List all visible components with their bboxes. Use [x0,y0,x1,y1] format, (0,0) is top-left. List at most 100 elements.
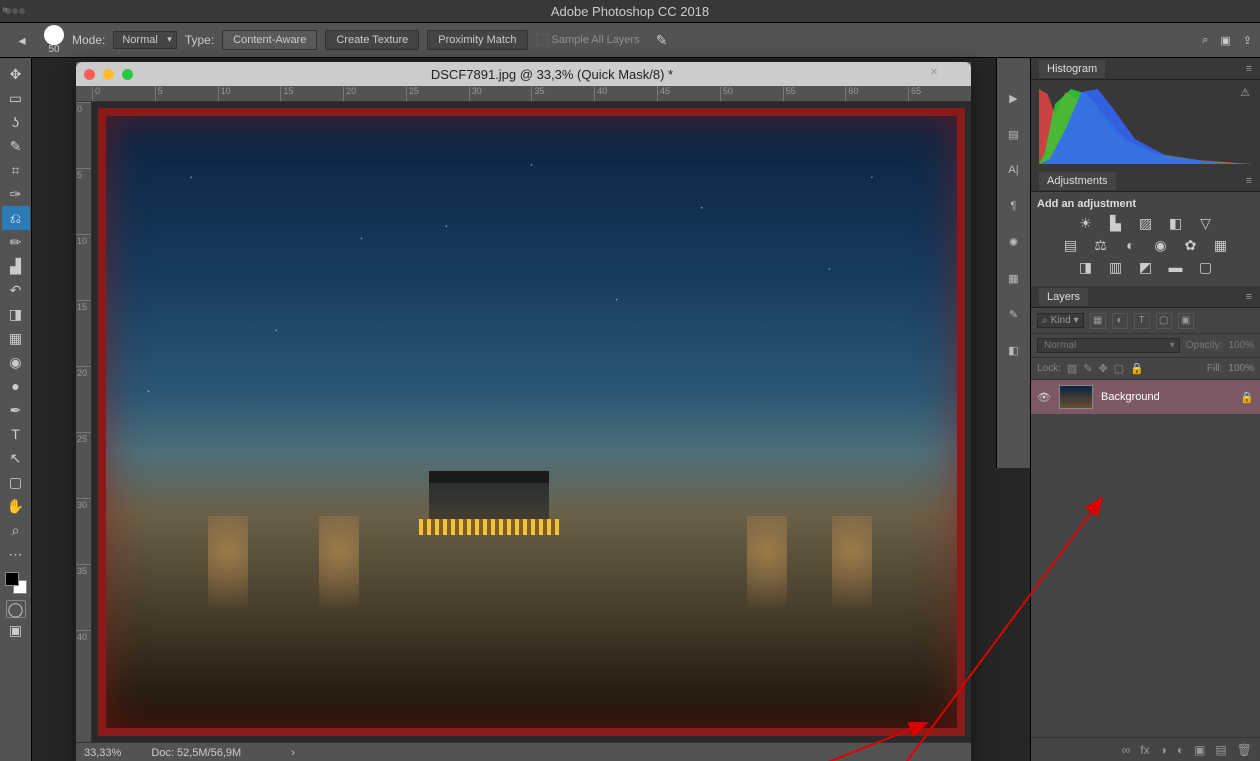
swatches-icon[interactable]: ▦ [1004,268,1024,288]
marquee-tool[interactable]: ▭ [2,86,30,110]
link-icon[interactable]: ∞ [1122,743,1131,757]
proximity-match-button[interactable]: Proximity Match [427,30,527,50]
zoom-level[interactable]: 33,33% [84,747,121,759]
quick-mask-toggle[interactable]: ◯ [6,600,26,618]
blur-tool[interactable]: ◉ [2,350,30,374]
move-tool[interactable]: ✥ [2,62,30,86]
panel-menu-icon[interactable]: ≡ [1246,175,1252,187]
share-icon[interactable]: ⇪ [1243,34,1252,47]
paragraph-icon[interactable]: ¶ [1004,196,1024,216]
channels-icon[interactable]: ◧ [1004,340,1024,360]
dodge-tool[interactable]: ● [2,374,30,398]
status-arrow-icon[interactable]: › [291,747,295,759]
lasso-tool[interactable]: ʖ [2,110,30,134]
history-icon[interactable]: ▤ [1004,124,1024,144]
photofilter-icon[interactable]: ◉ [1151,236,1171,254]
lock-transparent-icon[interactable]: ▨ [1067,362,1077,375]
minimize-icon[interactable] [103,69,114,80]
lock-all-icon[interactable]: 🔒 [1130,362,1144,375]
panel-menu-icon[interactable]: ≡ [1246,63,1252,75]
lock-position-icon[interactable]: ✥ [1099,362,1108,375]
sample-all-checkbox[interactable] [536,34,548,46]
ruler-tick: 65 [908,86,971,101]
home-icon[interactable]: ◂ [8,28,36,52]
layer-row-background[interactable]: 👁 Background 🔒 [1031,380,1260,414]
threshold-icon[interactable]: ◩ [1136,258,1156,276]
gradient-tool[interactable]: ▦ [2,326,30,350]
color-wheel-icon[interactable]: ✺ [1004,232,1024,252]
balance-icon[interactable]: ⚖ [1091,236,1111,254]
play-icon[interactable]: ▶ [1004,88,1024,108]
new-layer-icon[interactable]: ▤ [1215,743,1226,757]
panel-menu-icon[interactable]: ≡ [1246,291,1252,303]
clone-stamp-tool[interactable]: ▟ [2,254,30,278]
brush-preset[interactable]: 50 [44,25,64,55]
lookup-icon[interactable]: ▦ [1211,236,1231,254]
create-texture-button[interactable]: Create Texture [325,30,419,50]
lock-artboard-icon[interactable]: ▢ [1114,362,1124,375]
brushes-icon[interactable]: ✎ [1004,304,1024,324]
color-swatches[interactable] [5,572,27,594]
adjustments-panel-header[interactable]: Adjustments≡ [1031,170,1260,192]
pen-tool[interactable]: ✒ [2,398,30,422]
layer-filter-kind[interactable]: ⌕ Kind ▾ [1037,313,1084,328]
filter-pixel-icon[interactable]: ▦ [1090,313,1106,329]
brush-tool[interactable]: ✏ [2,230,30,254]
blend-mode-dropdown[interactable]: Normal [113,31,176,49]
bw-icon[interactable]: ◐ [1121,236,1141,254]
search-icon[interactable]: ⌕ [1202,34,1208,47]
collapse-icon[interactable]: » [2,4,8,15]
warning-icon[interactable]: ⚠ [1240,86,1250,99]
quick-select-tool[interactable]: ✎ [2,134,30,158]
document-tab[interactable]: DSCF7891.jpg @ 33,3% (Quick Mask/8) * [76,62,971,86]
zoom-tool[interactable]: ⌕ [2,518,30,542]
lock-pixels-icon[interactable]: ✎ [1083,362,1092,375]
mask-icon[interactable]: ◑ [1160,743,1167,757]
maximize-icon[interactable] [122,69,133,80]
histogram-panel-header[interactable]: Histogram≡ [1031,58,1260,80]
layers-panel-header[interactable]: Layers≡ [1031,286,1260,308]
workspace-icon[interactable]: ▣ [1220,34,1230,47]
history-brush-tool[interactable]: ↶ [2,278,30,302]
fx-icon[interactable]: fx [1140,743,1149,757]
brightness-icon[interactable]: ☀ [1076,214,1096,232]
type-tool[interactable]: T [2,422,30,446]
eraser-tool[interactable]: ◨ [2,302,30,326]
visibility-icon[interactable]: 👁 [1037,391,1051,404]
rectangle-tool[interactable]: ▢ [2,470,30,494]
posterize-icon[interactable]: ▥ [1106,258,1126,276]
path-select-tool[interactable]: ↖ [2,446,30,470]
close-icon[interactable] [84,69,95,80]
opacity-value[interactable]: 100% [1228,340,1254,351]
pressure-icon[interactable]: ✎ [648,28,676,52]
more-tools[interactable]: ⋯ [2,542,30,566]
filter-adjust-icon[interactable]: ◐ [1112,313,1128,329]
delete-icon[interactable]: 🗑 [1237,743,1252,757]
fill-value[interactable]: 100% [1228,363,1254,374]
vibrance-icon[interactable]: ▽ [1196,214,1216,232]
screen-mode-toggle[interactable]: ▣ [2,618,30,642]
layer-blend-mode[interactable]: Normal [1037,338,1180,353]
eyedropper-tool[interactable]: ✑ [2,182,30,206]
group-icon[interactable]: ▣ [1194,743,1205,757]
curves-icon[interactable]: ▨ [1136,214,1156,232]
new-adjust-icon[interactable]: ◐ [1177,743,1184,757]
hue-icon[interactable]: ▤ [1061,236,1081,254]
exposure-icon[interactable]: ◧ [1166,214,1186,232]
type-panel-icon[interactable]: A| [1004,160,1024,180]
levels-icon[interactable]: ▙ [1106,214,1126,232]
doc-size[interactable]: Doc: 52,5M/56,9M [151,747,241,759]
crop-tool[interactable]: ⌗ [2,158,30,182]
filter-smart-icon[interactable]: ▣ [1178,313,1194,329]
gradmap-icon[interactable]: ▬ [1166,258,1186,276]
content-aware-button[interactable]: Content-Aware [222,30,317,50]
healing-brush-tool[interactable]: ⎌ [2,206,30,230]
invert-icon[interactable]: ◨ [1076,258,1096,276]
mixer-icon[interactable]: ✿ [1181,236,1201,254]
canvas[interactable] [92,102,971,742]
selective-icon[interactable]: ▢ [1196,258,1216,276]
tab-close-icon[interactable]: ✕ [924,62,944,82]
filter-type-icon[interactable]: T [1134,313,1150,329]
hand-tool[interactable]: ✋ [2,494,30,518]
filter-shape-icon[interactable]: ▢ [1156,313,1172,329]
